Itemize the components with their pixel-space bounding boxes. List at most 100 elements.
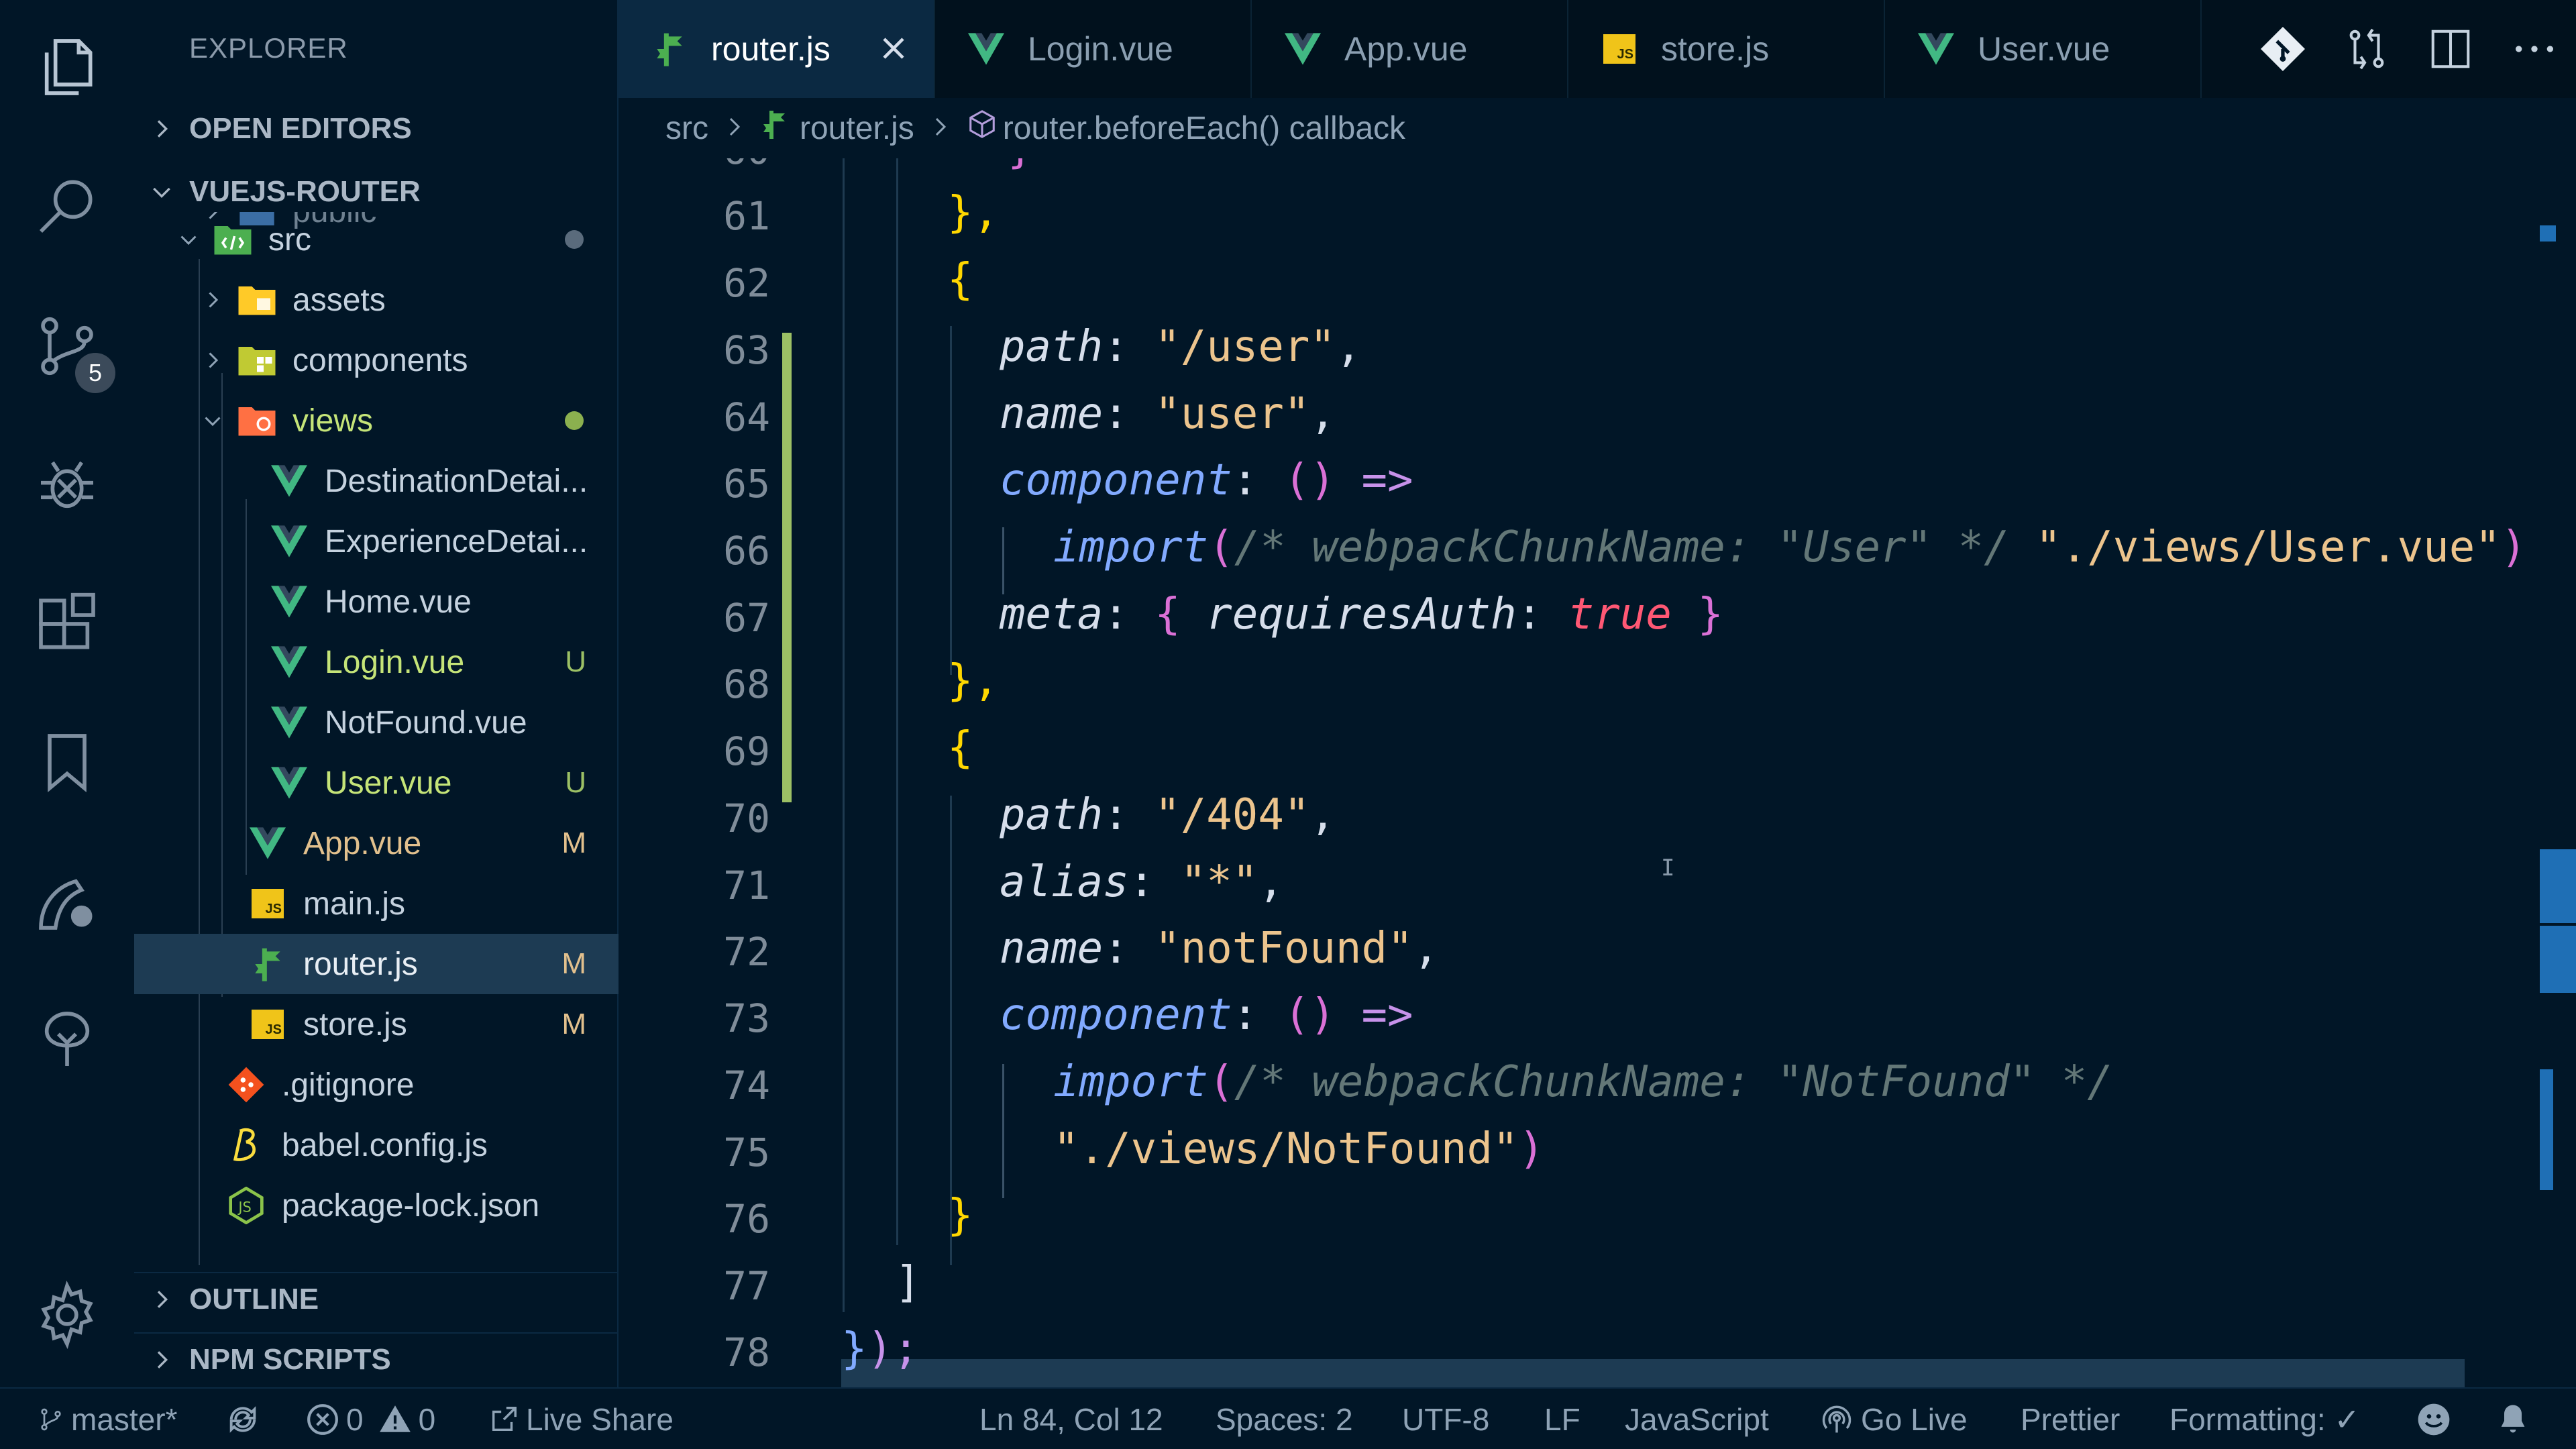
tree-file-router[interactable]: router.js M [134,934,619,994]
tree-folder-assets[interactable]: assets [134,270,619,330]
file-tree: public src assets components views [134,212,619,1265]
feedback-icon[interactable] [2415,1389,2459,1449]
cursor-position[interactable]: Ln 84, Col 12 [979,1389,1163,1449]
tree-folder-views[interactable]: views [134,390,619,451]
status-badge: U [565,766,586,799]
tree-folder-components[interactable]: components [134,330,619,390]
tab-user-vue[interactable]: User.vue [1885,0,2202,98]
line-number: 77 [723,1263,770,1309]
indentation[interactable]: Spaces: 2 [1216,1389,1353,1449]
tree-folder-src[interactable]: src [134,212,619,270]
git-icon[interactable] [2259,25,2306,72]
router-file-icon [244,941,291,987]
status-bar: master* 0 0 Live Share Ln 84, Col 12 Spa… [0,1387,2576,1449]
tree-file-user[interactable]: User.vue U [134,753,619,813]
tree-file-experience-details[interactable]: ExperienceDetai... [134,511,619,572]
breadcrumb-file[interactable]: router.js [800,110,914,147]
compare-changes-icon[interactable] [2343,25,2390,72]
remote-explorer-icon[interactable] [27,861,107,942]
outline-label: OUTLINE [189,1283,319,1316]
explorer-sidebar: EXPLORER OPEN EDITORS VUEJS-ROUTER publi… [134,0,619,1387]
line-number: 67 [723,595,770,641]
end-of-line[interactable]: LF [1544,1389,1580,1449]
open-editors-section[interactable]: OPEN EDITORS [134,102,619,156]
code-editor[interactable]: 60 61 62 63 64 65 66 67 68 69 70 71 72 7… [619,158,2576,1387]
line-number: 69 [723,729,770,774]
gear-icon[interactable] [27,1275,107,1355]
source-control-icon[interactable]: 5 [27,306,115,393]
breadcrumb-folder[interactable]: src [665,110,708,147]
vue-file-icon [266,759,313,806]
line-number: 68 [723,661,770,707]
chevron-down-icon [172,227,205,252]
chevron-right-icon [196,348,229,372]
tab-login-vue[interactable]: Login.vue [935,0,1252,98]
language-mode[interactable]: JavaScript [1625,1389,1769,1449]
tab-label: store.js [1661,30,1770,68]
tree-file-login[interactable]: Login.vue U [134,632,619,692]
indent-guide [896,158,898,1245]
overview-ruler-mark [2540,849,2576,923]
tree-file-destination-details[interactable]: DestinationDetai... [134,451,619,511]
line-number: 71 [723,863,770,908]
breadcrumb-symbol[interactable]: router.beforeEach() callback [1003,110,1405,147]
views-folder-icon [233,397,280,444]
tree-file-app[interactable]: App.vue M [134,813,619,873]
tree-file-store[interactable]: JS store.js M [134,994,619,1055]
branch-indicator[interactable]: master* [38,1389,177,1449]
code-line: alias: "*", [1000,857,1284,907]
indent-guide [950,326,952,675]
line-number: 78 [723,1330,770,1375]
encoding[interactable]: UTF-8 [1402,1389,1489,1449]
tree-file-gitignore[interactable]: .gitignore [134,1055,619,1115]
tree-icon[interactable] [27,1000,107,1080]
vue-file-icon [1916,29,1956,69]
status-badge: M [561,947,586,980]
code-line: { [947,723,973,773]
vue-file-icon [266,578,313,625]
search-icon[interactable] [27,165,107,246]
formatting-status[interactable]: Formatting: ✓ [2169,1389,2360,1449]
sync-icon[interactable] [225,1389,267,1449]
code-line: }, [947,188,1000,237]
prettier-status[interactable]: Prettier [2021,1389,2120,1449]
project-label: VUEJS-ROUTER [189,175,421,208]
tree-file-home[interactable]: Home.vue [134,572,619,632]
live-share-icon [492,1407,517,1432]
svg-text:JS: JS [237,1199,252,1215]
split-editor-icon[interactable] [2427,25,2474,72]
go-live-button[interactable]: Go Live [1819,1389,1968,1449]
line-number: 60 [619,158,770,173]
code-line: import(/* webpackChunkName: "User" */ ".… [1053,523,2527,572]
line-number: 62 [723,260,770,306]
line-number: 64 [723,394,770,440]
debug-icon[interactable] [27,445,107,526]
live-share-button[interactable]: Live Share [488,1389,674,1449]
tab-app-vue[interactable]: App.vue [1252,0,1568,98]
bell-icon[interactable] [2496,1389,2537,1449]
bookmark-icon[interactable] [27,722,107,802]
close-icon[interactable] [875,30,912,67]
tree-file-package-lock[interactable]: JS package-lock.json [134,1175,619,1236]
indent-guide [1002,527,1004,594]
extensions-icon[interactable] [27,584,107,664]
tab-router-js[interactable]: router.js [619,0,935,98]
explorer-icon[interactable] [23,23,117,117]
tree-file-main[interactable]: JS main.js [134,873,619,934]
git-branch-icon [41,1408,61,1431]
code-line: name: "user", [1000,389,1336,439]
tab-store-js[interactable]: JS store.js [1568,0,1885,98]
line-highlight [841,1359,2465,1387]
tree-file-babel-config[interactable]: babel.config.js [134,1115,619,1175]
line-number: 66 [723,528,770,574]
project-section[interactable]: VUEJS-ROUTER [134,165,619,219]
npm-scripts-section[interactable]: NPM SCRIPTS [134,1332,619,1386]
more-actions-icon[interactable] [2511,25,2558,72]
code-line: path: "/404", [1000,790,1336,840]
chevron-right-icon [196,288,229,312]
tree-file-notfound[interactable]: NotFound.vue [134,692,619,753]
problems-indicator[interactable]: 0 0 [306,1389,435,1449]
chevron-right-icon [134,115,189,142]
status-badge: M [561,1008,586,1040]
outline-section[interactable]: OUTLINE [134,1272,619,1326]
